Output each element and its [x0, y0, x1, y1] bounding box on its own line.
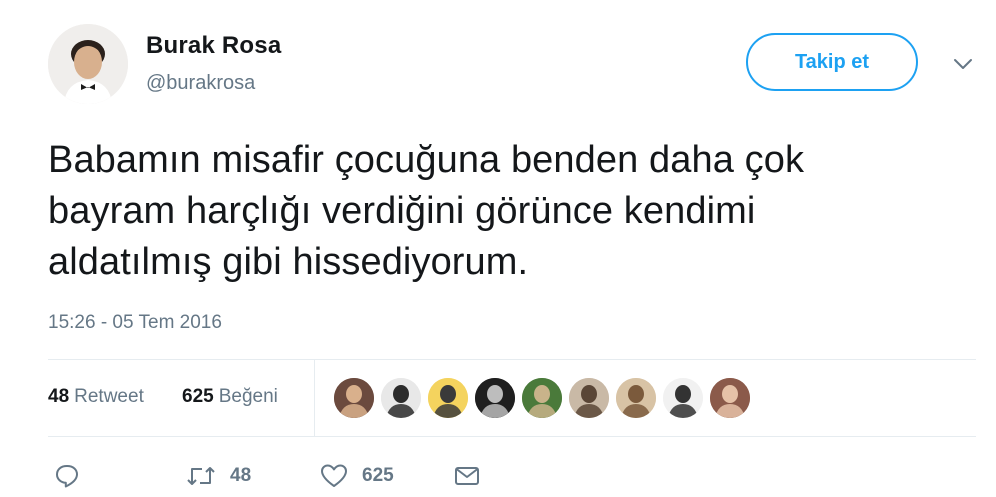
envelope-icon — [455, 467, 479, 485]
reply-button[interactable] — [54, 458, 80, 494]
follow-button[interactable]: Takip et — [746, 33, 918, 91]
liker-photo — [381, 378, 421, 418]
liker-photo — [522, 378, 562, 418]
liker-photo — [663, 378, 703, 418]
like-stat-label: Beğeni — [218, 386, 278, 407]
liker-photo — [475, 378, 515, 418]
liker-photo — [428, 378, 468, 418]
stats-vertical-divider — [314, 360, 315, 436]
tweet-timestamp[interactable]: 15:26 - 05 Tem 2016 — [48, 312, 222, 334]
liker-photo — [616, 378, 656, 418]
like-count: 625 — [362, 465, 394, 486]
like-stat-count: 625 — [182, 386, 214, 407]
liker-photo — [334, 378, 374, 418]
like-button[interactable]: 625 — [320, 458, 394, 494]
liker-4-avatar[interactable] — [475, 378, 515, 418]
stats-top-divider — [48, 359, 976, 360]
retweet-count: 48 — [230, 465, 252, 486]
retweet-button[interactable]: 48 — [186, 458, 251, 494]
tweet-text-line: Babamın misafir çocuğuna benden daha çok — [48, 139, 805, 181]
tweet-text: Babamın misafir çocuğuna benden daha çok… — [48, 135, 968, 288]
liker-8-avatar[interactable] — [663, 378, 703, 418]
tweet-text-line: bayram harçlığı verdiğini görünce kendim… — [48, 190, 756, 232]
liker-9-avatar[interactable] — [710, 378, 750, 418]
liker-2-avatar[interactable] — [381, 378, 421, 418]
chevron-down-icon[interactable] — [952, 56, 974, 72]
liker-avatars — [334, 378, 757, 418]
liker-1-avatar[interactable] — [334, 378, 374, 418]
direct-message-button[interactable] — [454, 458, 480, 494]
retweet-icon — [187, 467, 215, 485]
stats-bottom-divider — [48, 436, 976, 437]
retweet-stat-count: 48 — [48, 386, 70, 407]
liker-6-avatar[interactable] — [569, 378, 609, 418]
liker-photo — [569, 378, 609, 418]
retweet-stat-label: Retweet — [74, 386, 144, 407]
liker-5-avatar[interactable] — [522, 378, 562, 418]
display-name[interactable]: Burak Rosa — [146, 32, 281, 60]
like-stat[interactable]: 625 Beğeni — [182, 386, 278, 408]
tweet-text-line: aldatılmış gibi hissediyorum. — [48, 241, 529, 283]
user-handle[interactable]: @burakrosa — [146, 72, 255, 95]
retweet-stat[interactable]: 48 Retweet — [48, 386, 144, 408]
heart-icon — [321, 464, 347, 487]
profile-avatar[interactable] — [48, 24, 128, 104]
liker-7-avatar[interactable] — [616, 378, 656, 418]
profile-photo — [48, 24, 128, 104]
liker-3-avatar[interactable] — [428, 378, 468, 418]
liker-photo — [710, 378, 750, 418]
reply-icon — [56, 465, 78, 488]
